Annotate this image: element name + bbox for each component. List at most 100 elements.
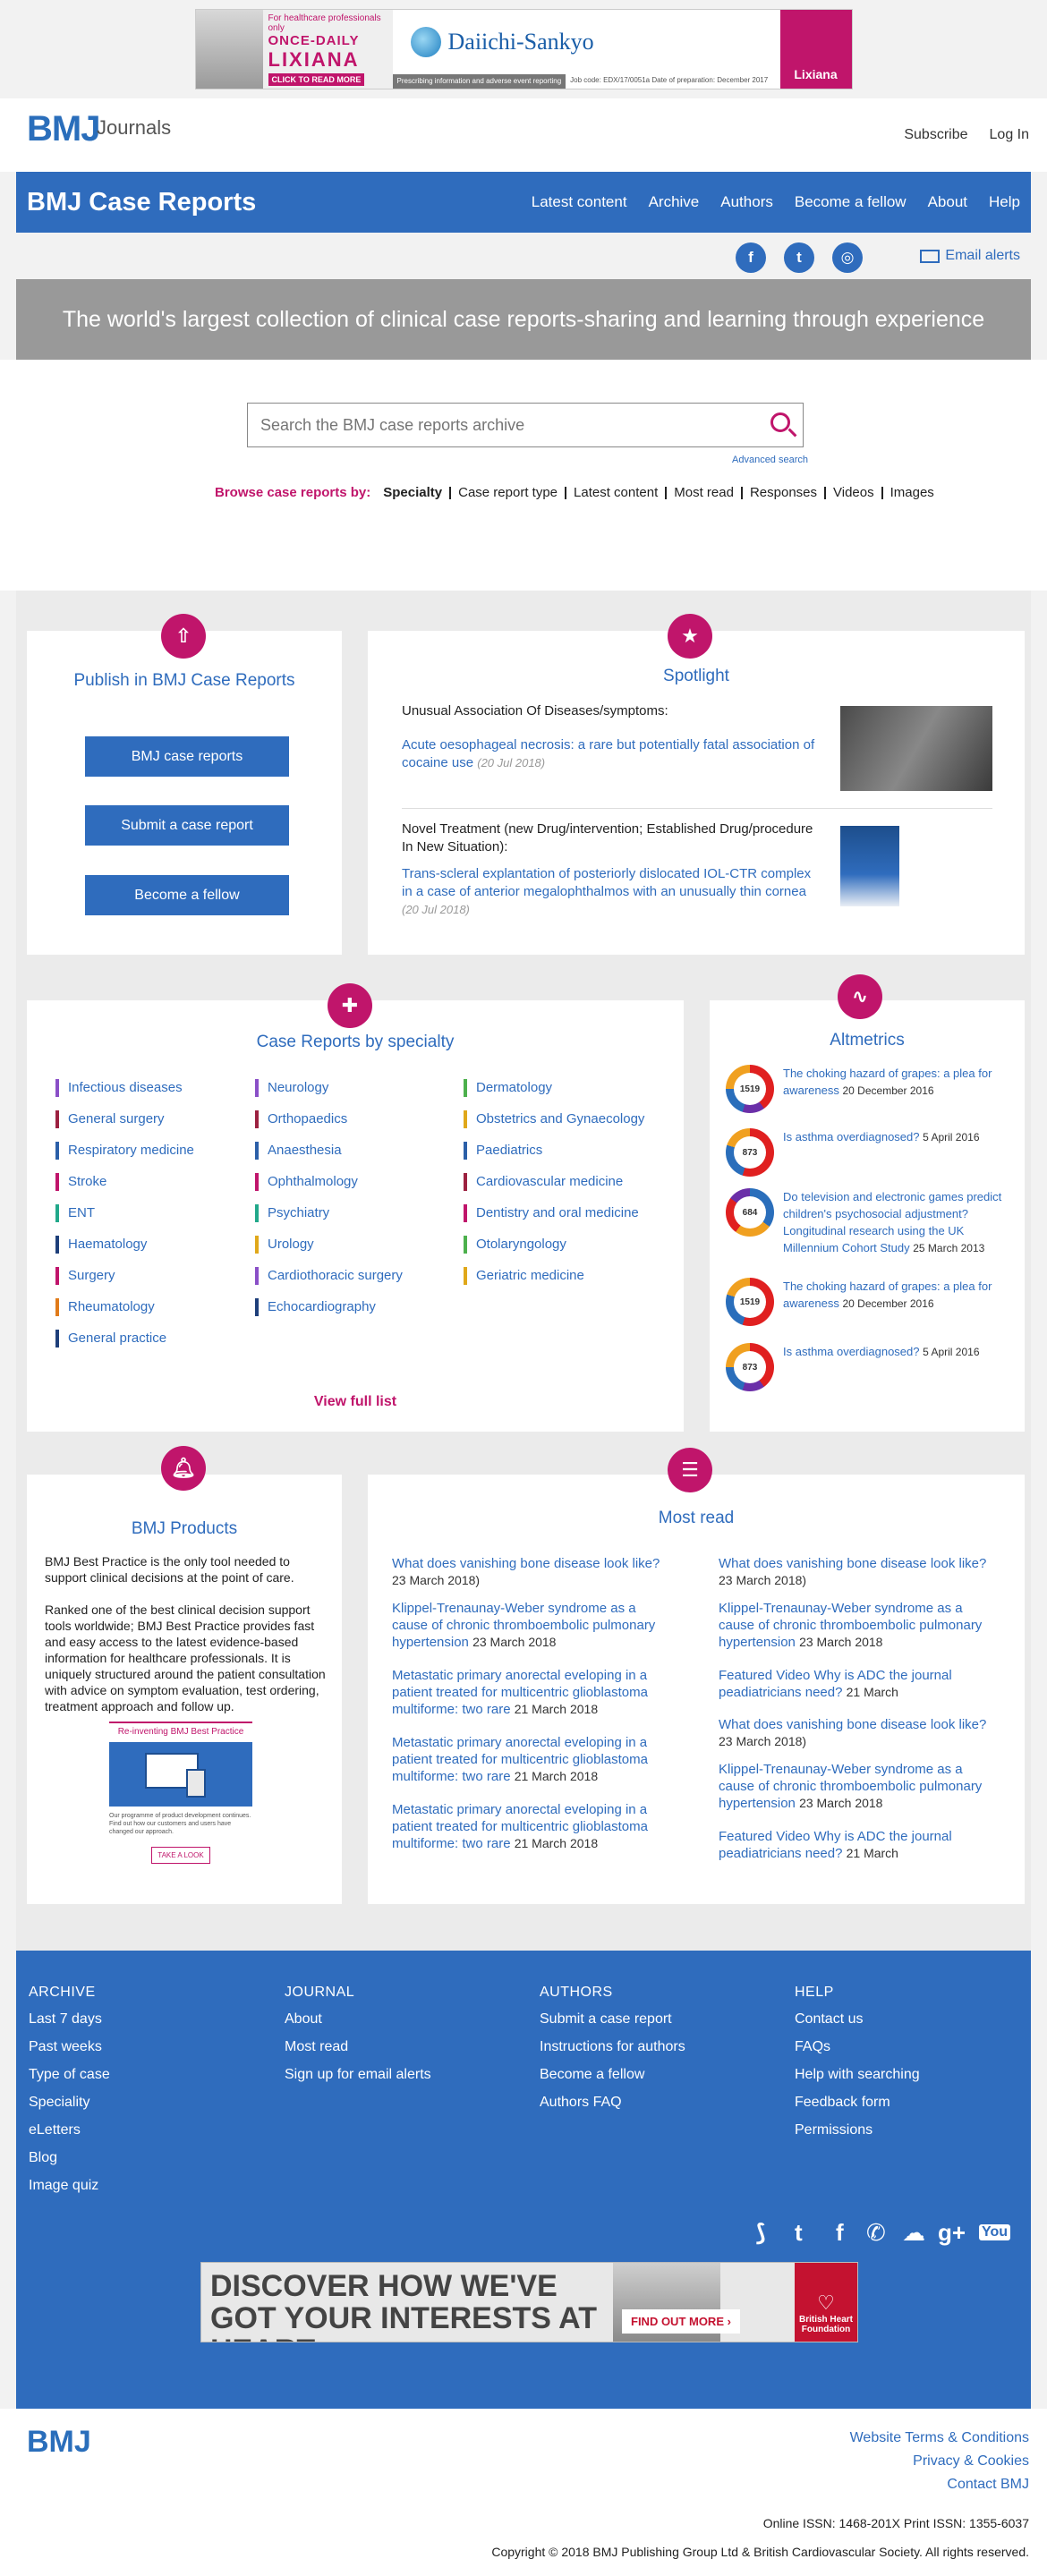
altmetric-title[interactable]: Is asthma overdiagnosed? [783, 1345, 919, 1358]
footer-link[interactable]: Speciality [29, 2095, 110, 2122]
spotlight-thumbnail-2[interactable] [840, 826, 899, 906]
bmj-case-reports-button[interactable]: BMJ case reports [85, 736, 289, 777]
advanced-search-link[interactable]: Advanced search [732, 455, 808, 465]
footer-link[interactable]: Feedback form [795, 2095, 920, 2122]
altmetric-item[interactable]: 873 Is asthma overdiagnosed? 5 April 2016 [726, 1128, 1012, 1177]
most-read-item[interactable]: Klippel-Trenaunay-Weber syndrome as a ca… [719, 1761, 996, 1812]
nav-become-fellow[interactable]: Become a fellow [795, 193, 907, 211]
specialty-link[interactable]: Infectious diseases [55, 1072, 252, 1103]
privacy-link[interactable]: Privacy & Cookies [850, 2450, 1029, 2473]
footer-link[interactable]: Type of case [29, 2067, 110, 2095]
footer-link[interactable]: Image quiz [29, 2178, 110, 2206]
specialty-link[interactable]: Dentistry and oral medicine [464, 1197, 678, 1228]
specialty-link[interactable]: General surgery [55, 1103, 252, 1135]
specialty-link[interactable]: Echocardiography [255, 1291, 452, 1322]
specialty-link[interactable]: Otolaryngology [464, 1228, 678, 1260]
most-read-title-link[interactable]: What does vanishing bone disease look li… [719, 1556, 986, 1571]
most-read-item[interactable]: What does vanishing bone disease look li… [719, 1555, 996, 1589]
most-read-title-link[interactable]: What does vanishing bone disease look li… [719, 1717, 986, 1732]
specialty-link[interactable]: Cardiovascular medicine [464, 1166, 678, 1197]
footer-link[interactable]: About [285, 2011, 431, 2039]
footer-link[interactable]: Past weeks [29, 2039, 110, 2067]
journals-logo-text[interactable]: Journals [97, 116, 171, 140]
submit-case-report-button[interactable]: Submit a case report [85, 805, 289, 846]
specialty-link[interactable]: Anaesthesia [255, 1135, 452, 1166]
browse-responses[interactable]: Responses [740, 486, 824, 499]
browse-specialty[interactable]: Specialty [383, 486, 449, 499]
browse-images[interactable]: Images [881, 486, 941, 499]
most-read-item[interactable]: Klippel-Trenaunay-Weber syndrome as a ca… [392, 1600, 669, 1651]
terms-link[interactable]: Website Terms & Conditions [850, 2427, 1029, 2450]
footer-link[interactable]: Help with searching [795, 2067, 920, 2095]
bhf-ad-banner[interactable]: DISCOVER HOW WE'VE GOT YOUR INTERESTS AT… [200, 2262, 858, 2342]
specialty-link[interactable]: Rheumatology [55, 1291, 252, 1322]
nav-archive[interactable]: Archive [649, 193, 700, 211]
most-read-item[interactable]: Featured Video Why is ADC the journal pe… [719, 1667, 996, 1701]
most-read-item[interactable]: What does vanishing bone disease look li… [719, 1716, 996, 1750]
altmetric-title[interactable]: Is asthma overdiagnosed? [783, 1130, 919, 1143]
most-read-item[interactable]: Featured Video Why is ADC the journal pe… [719, 1828, 996, 1862]
footer-link[interactable]: Last 7 days [29, 2011, 110, 2039]
youtube-icon[interactable]: You [979, 2224, 1011, 2240]
subscribe-link[interactable]: Subscribe [904, 127, 967, 143]
nav-about[interactable]: About [928, 193, 967, 211]
specialty-link[interactable]: Orthopaedics [255, 1103, 452, 1135]
spotlight-article-1-title[interactable]: Acute oesophageal necrosis: a rare but p… [402, 737, 814, 770]
ad-prescribing-info-link[interactable]: Prescribing information and adverse even… [392, 74, 566, 89]
cloud-icon[interactable]: ☁ [902, 2219, 925, 2247]
most-read-item[interactable]: Metastatic primary anorectal eveloping i… [392, 1734, 669, 1785]
browse-latest-content[interactable]: Latest content [565, 486, 665, 499]
spotlight-article-2-title[interactable]: Trans-scleral explantation of posteriorl… [402, 866, 811, 899]
nav-latest-content[interactable]: Latest content [532, 193, 627, 211]
become-fellow-button[interactable]: Become a fellow [85, 875, 289, 915]
specialty-link[interactable]: Surgery [55, 1260, 252, 1291]
facebook-icon[interactable]: f [736, 242, 766, 273]
specialty-link[interactable]: Geriatric medicine [464, 1260, 678, 1291]
nav-help[interactable]: Help [989, 193, 1020, 211]
footer-link[interactable]: Become a fellow [540, 2067, 685, 2095]
specialty-link[interactable]: Haematology [55, 1228, 252, 1260]
best-practice-promo[interactable]: Re-inventing BMJ Best Practice Our progr… [109, 1722, 252, 1892]
most-read-title-link[interactable]: Featured Video Why is ADC the journal pe… [719, 1829, 952, 1861]
footer-link[interactable]: Submit a case report [540, 2011, 685, 2039]
footer-link[interactable]: Sign up for email alerts [285, 2067, 431, 2095]
altmetric-item[interactable]: 1519 The choking hazard of grapes: a plea… [726, 1065, 1012, 1113]
spotlight-thumbnail-1[interactable] [840, 706, 992, 791]
altmetric-item[interactable]: 684 Do television and electronic games pr… [726, 1188, 1012, 1257]
bmj-logo[interactable]: BMJ [27, 109, 100, 149]
footer-link[interactable]: FAQs [795, 2039, 920, 2067]
specialty-link[interactable]: Cardiothoracic surgery [255, 1260, 452, 1291]
most-read-item[interactable]: What does vanishing bone disease look li… [392, 1555, 669, 1589]
specialty-link[interactable]: Dermatology [464, 1072, 678, 1103]
browse-videos[interactable]: Videos [824, 486, 881, 499]
footer-link[interactable]: Blog [29, 2150, 110, 2178]
login-link[interactable]: Log In [990, 127, 1029, 143]
most-read-item[interactable]: Metastatic primary anorectal eveloping i… [392, 1801, 669, 1852]
specialty-link[interactable]: Ophthalmology [255, 1166, 452, 1197]
specialty-link[interactable]: Paediatrics [464, 1135, 678, 1166]
specialty-link[interactable]: ENT [55, 1197, 252, 1228]
bmj-footer-logo[interactable]: BMJ [27, 2425, 91, 2460]
take-a-look-button[interactable]: TAKE A LOOK [151, 1847, 210, 1864]
google-plus-icon[interactable]: g+ [938, 2219, 966, 2247]
browse-case-report-type[interactable]: Case report type [449, 486, 565, 499]
search-icon[interactable] [758, 404, 803, 446]
specialty-link[interactable]: Urology [255, 1228, 452, 1260]
podcast-icon[interactable]: ◎ [832, 242, 863, 273]
footer-link[interactable]: Most read [285, 2039, 431, 2067]
find-out-more-button[interactable]: FIND OUT MORE › [622, 2309, 740, 2334]
altmetric-item[interactable]: 873 Is asthma overdiagnosed? 5 April 2016 [726, 1343, 1012, 1391]
chat-icon[interactable]: ✆ [866, 2219, 886, 2247]
footer-link[interactable]: Authors FAQ [540, 2095, 685, 2122]
facebook-footer-icon[interactable]: f [836, 2219, 844, 2247]
most-read-title-link[interactable]: What does vanishing bone disease look li… [392, 1556, 660, 1571]
most-read-item[interactable]: Klippel-Trenaunay-Weber syndrome as a ca… [719, 1600, 996, 1651]
footer-link[interactable]: Permissions [795, 2122, 920, 2150]
view-full-list-link[interactable]: View full list [27, 1394, 684, 1410]
nav-brand[interactable]: BMJ Case Reports [27, 188, 510, 217]
most-read-title-link[interactable]: Featured Video Why is ADC the journal pe… [719, 1668, 952, 1700]
altmetric-item[interactable]: 1519 The choking hazard of grapes: a plea… [726, 1278, 1012, 1326]
twitter-footer-icon[interactable]: t [795, 2219, 803, 2247]
browse-most-read[interactable]: Most read [665, 486, 741, 499]
specialty-link[interactable]: Psychiatry [255, 1197, 452, 1228]
